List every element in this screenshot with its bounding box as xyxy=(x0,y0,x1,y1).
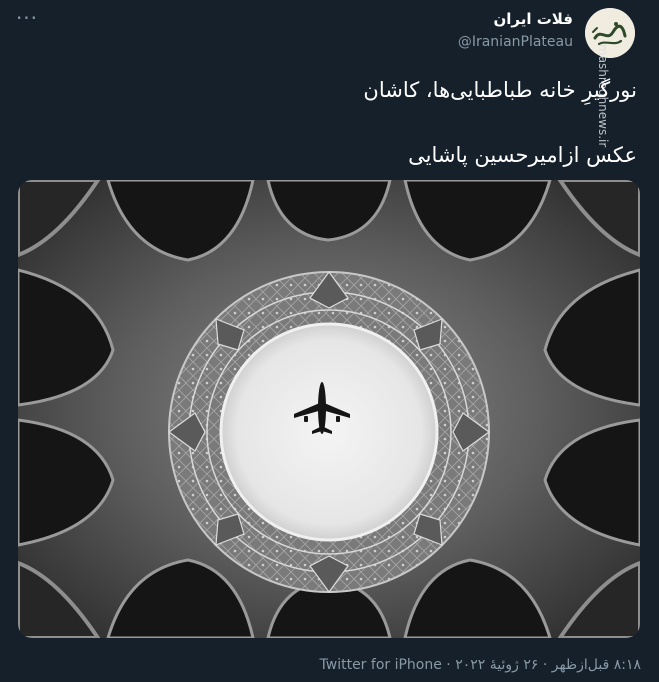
tweet-meta: ۸:۱۸ قبل‌ازظهر · ۲۶ ژوئیهٔ ۲۰۲۲ · Twitte… xyxy=(320,657,641,673)
meta-separator: · xyxy=(441,657,456,673)
dome-skylight-airplane-photo xyxy=(18,180,640,638)
meta-separator: · xyxy=(538,657,552,673)
calligraphy-logo-icon xyxy=(585,8,635,58)
tweet-source-link[interactable]: Twitter for iPhone xyxy=(320,657,442,673)
tweet-text-line-1: نورگیرِ خانه طباطبایی‌ها، کاشان xyxy=(363,78,637,102)
tweet-text-line-2: عکس ازامیرحسین پاشایی xyxy=(408,143,637,167)
avatar[interactable] xyxy=(585,8,635,58)
tweet: ··· فلات ایران @IranianPlateau mashreghn… xyxy=(0,0,659,682)
tweet-date[interactable]: ۲۶ ژوئیهٔ ۲۰۲۲ xyxy=(455,657,538,673)
author-handle[interactable]: @IranianPlateau xyxy=(458,34,573,50)
tweet-photo[interactable] xyxy=(18,180,640,638)
author-display-name[interactable]: فلات ایران xyxy=(493,10,573,28)
more-options-icon[interactable]: ··· xyxy=(12,6,42,30)
tweet-time[interactable]: ۸:۱۸ قبل‌ازظهر xyxy=(552,657,641,673)
